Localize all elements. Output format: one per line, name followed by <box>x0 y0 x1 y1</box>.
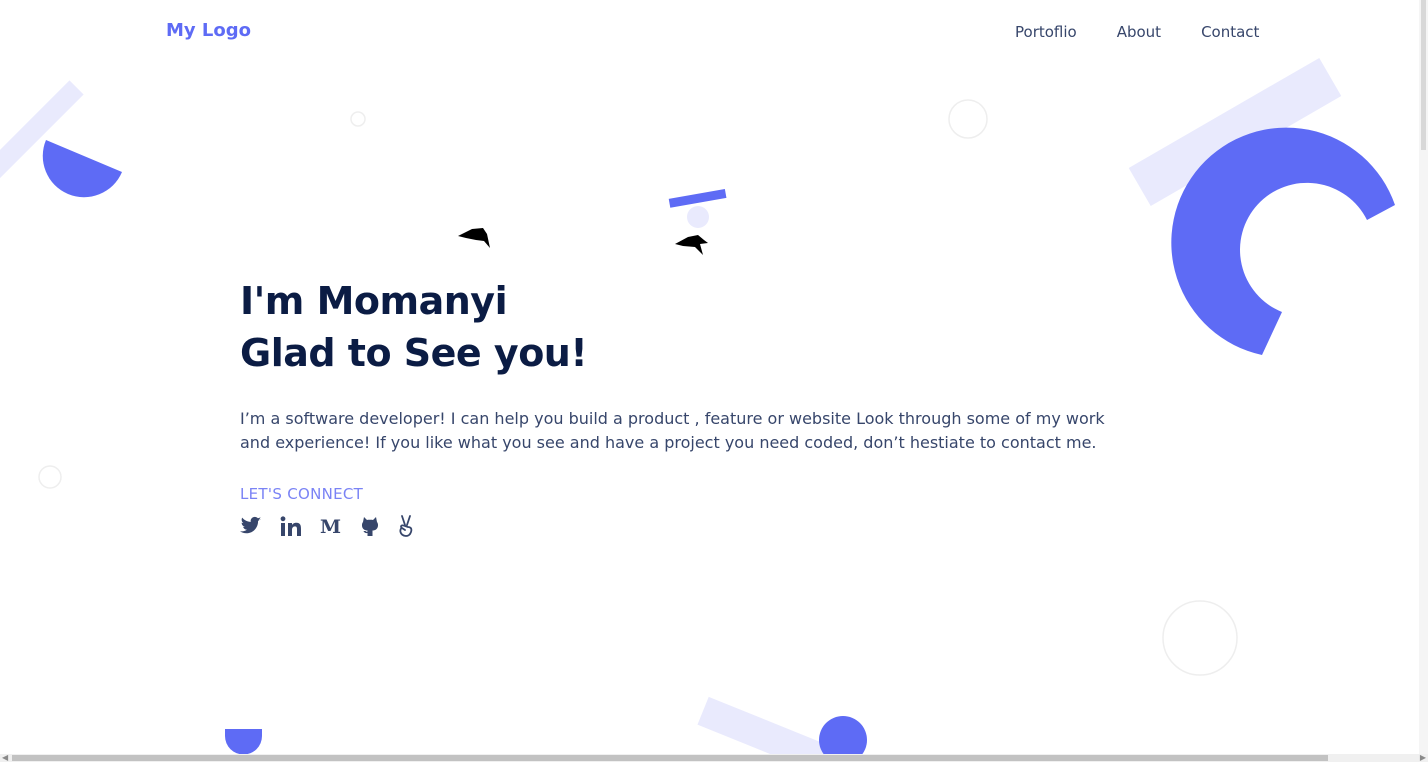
linkedin-icon[interactable] <box>280 516 302 540</box>
nav-link-portfolio[interactable]: Portoflio <box>1015 23 1077 41</box>
deco-ring-medium <box>948 99 988 139</box>
deco-circle-bottom <box>819 716 867 755</box>
deco-arc-right <box>1171 127 1395 355</box>
hero-description: I’m a software developer! I can help you… <box>240 409 1105 452</box>
deco-ring-left <box>38 465 62 489</box>
logo[interactable]: My Logo <box>166 20 251 41</box>
horizontal-scrollbar[interactable]: ◀ ▶ <box>0 754 1428 762</box>
horizontal-scrollbar-thumb[interactable] <box>12 755 1328 761</box>
page: My Logo Portoflio About Contact I'm Moma… <box>0 0 1418 755</box>
nav-link-contact[interactable]: Contact <box>1201 23 1259 41</box>
deco-half-circle-bottom <box>225 729 262 755</box>
twitter-icon[interactable] <box>240 516 262 540</box>
scroll-right-arrow-icon[interactable]: ▶ <box>1420 754 1426 762</box>
vertical-scrollbar[interactable] <box>1419 0 1428 754</box>
hero-title-line1: I'm Momanyi <box>240 279 508 323</box>
vertical-scrollbar-thumb[interactable] <box>1421 0 1426 150</box>
bird-graphic <box>458 228 490 248</box>
deco-half-circle-top-left <box>42 140 123 198</box>
social-links: M <box>240 515 1140 541</box>
connect-label: LET'S CONNECT <box>240 485 364 503</box>
hero-section: I'm Momanyi Glad to See you! I’m a softw… <box>240 275 1140 541</box>
hero-title: I'm Momanyi Glad to See you! <box>240 275 1140 379</box>
deco-dot-center <box>687 206 709 228</box>
deco-bar-center <box>668 189 727 208</box>
medium-icon[interactable]: M <box>320 516 342 540</box>
scroll-left-arrow-icon[interactable]: ◀ <box>2 754 8 762</box>
svg-text:M: M <box>320 516 341 536</box>
deco-bar-bottom <box>697 696 839 755</box>
angellist-icon[interactable] <box>398 515 414 541</box>
deco-ring-small <box>350 111 366 127</box>
nav-link-about[interactable]: About <box>1117 23 1161 41</box>
deco-ring-large <box>1162 600 1238 676</box>
bird-graphic <box>675 235 708 255</box>
hero-title-line2: Glad to See you! <box>240 331 588 375</box>
main-nav: Portoflio About Contact <box>1015 23 1299 41</box>
github-icon[interactable] <box>360 516 380 540</box>
